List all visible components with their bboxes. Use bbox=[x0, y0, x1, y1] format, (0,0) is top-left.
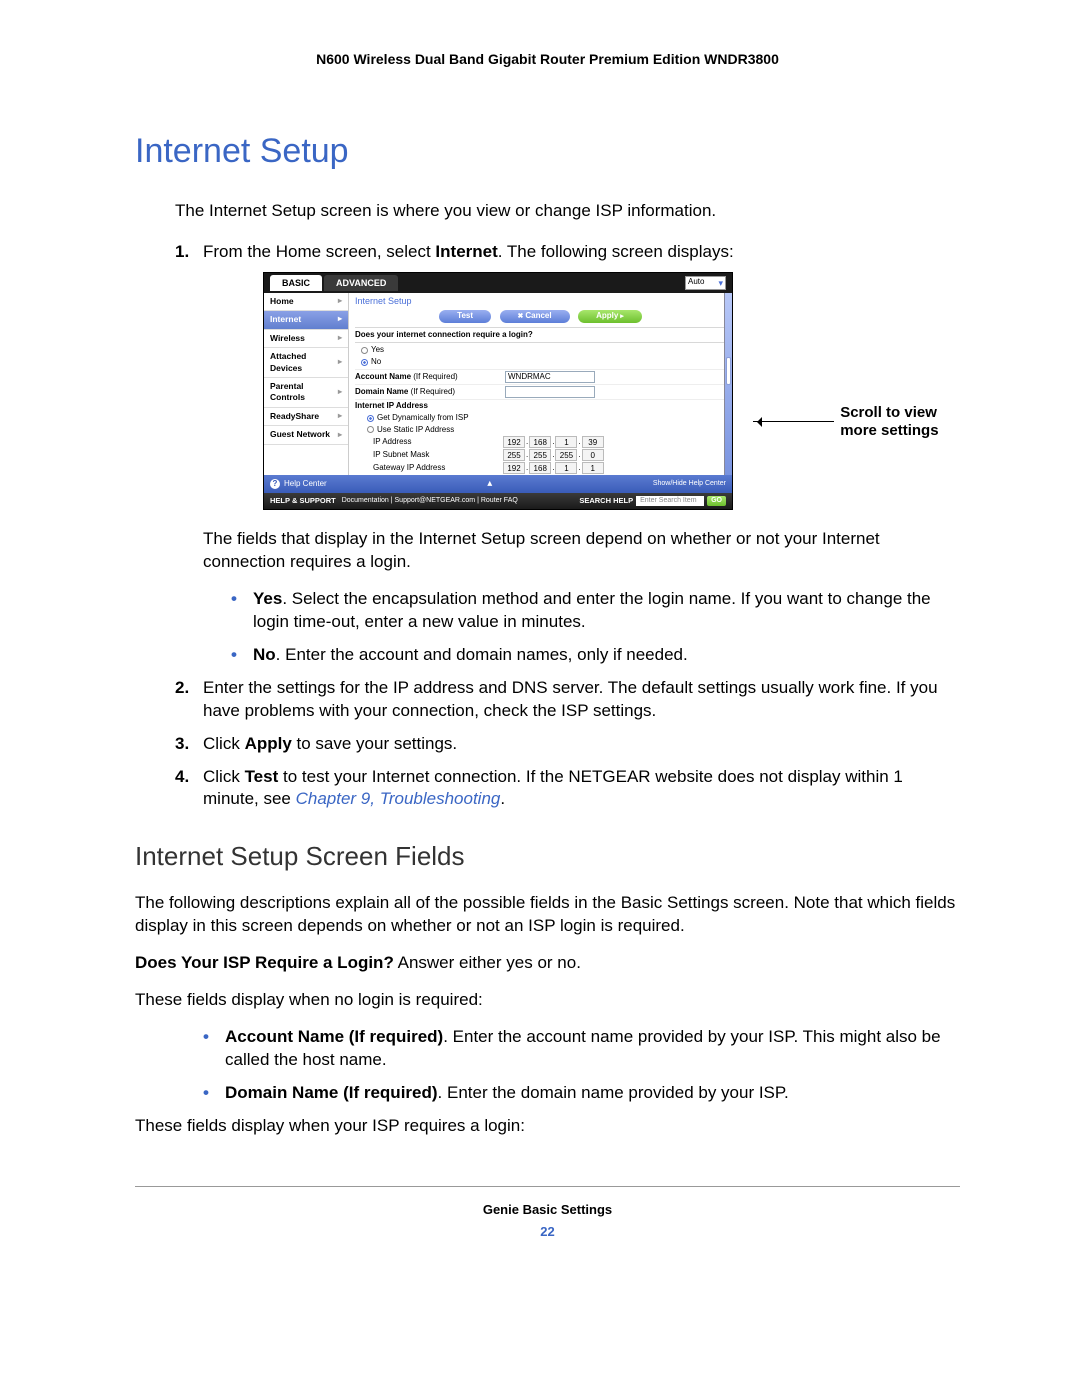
bullet-yes: Yes. Select the encapsulation method and… bbox=[231, 588, 960, 634]
account-name-row: Account Name (If Required) WNDRMAC bbox=[355, 369, 726, 384]
mask-octet[interactable]: 255 bbox=[529, 449, 551, 461]
chevron-right-icon: ▸ bbox=[338, 357, 342, 368]
panel-title: Internet Setup bbox=[355, 295, 726, 307]
gateway-row: Gateway IP Address 192.168.1.1 bbox=[355, 462, 726, 475]
auto-dropdown[interactable]: Auto▾ bbox=[685, 276, 726, 290]
isp-question: Does Your ISP Require a Login? Answer ei… bbox=[135, 952, 960, 975]
sidebar-item-parental-controls[interactable]: Parental Controls▸ bbox=[264, 378, 348, 408]
sidebar: Home▸ Internet▸ Wireless▸ Attached Devic… bbox=[264, 293, 349, 476]
after-screenshot-text: The fields that display in the Internet … bbox=[203, 528, 960, 574]
domain-name-input[interactable] bbox=[505, 386, 595, 398]
page-footer: Genie Basic Settings 22 bbox=[135, 1186, 960, 1240]
step1-post: . The following screen displays: bbox=[498, 242, 734, 261]
help-center-bar[interactable]: ?Help Center ▴ Show/Hide Help Center bbox=[264, 475, 732, 493]
scrollbar-thumb[interactable] bbox=[726, 357, 731, 385]
section-desc: The following descriptions explain all o… bbox=[135, 892, 960, 938]
help-support-bar: HELP & SUPPORT Documentation | Support@N… bbox=[264, 493, 732, 509]
tab-advanced[interactable]: ADVANCED bbox=[324, 275, 398, 291]
step-2: 2.Enter the settings for the IP address … bbox=[175, 677, 960, 723]
radio-dynamic-ip[interactable]: Get Dynamically from ISP bbox=[367, 413, 726, 424]
tab-basic[interactable]: BASIC bbox=[270, 275, 322, 291]
ip-address-row: IP Address 192.168.1.39 bbox=[355, 436, 726, 449]
collapse-icon[interactable]: ▴ bbox=[487, 477, 492, 491]
step1-pre: From the Home screen, select bbox=[203, 242, 435, 261]
support-links[interactable]: Documentation | Support@NETGEAR.com | Ro… bbox=[342, 496, 518, 505]
help-support-label: HELP & SUPPORT bbox=[270, 496, 336, 506]
sidebar-item-home[interactable]: Home▸ bbox=[264, 293, 348, 311]
gw-octet[interactable]: 1 bbox=[555, 462, 577, 474]
apply-button[interactable]: Apply bbox=[578, 310, 642, 323]
mask-octet[interactable]: 255 bbox=[503, 449, 525, 461]
chevron-down-icon: ▾ bbox=[718, 277, 723, 289]
chevron-right-icon: ▸ bbox=[338, 430, 342, 441]
login-intro: These fields display when your ISP requi… bbox=[135, 1115, 960, 1138]
radio-yes[interactable]: Yes bbox=[361, 345, 726, 356]
page-title: Internet Setup bbox=[135, 129, 960, 175]
troubleshooting-link[interactable]: Chapter 9, Troubleshooting bbox=[296, 789, 501, 808]
sidebar-item-guest-network[interactable]: Guest Network▸ bbox=[264, 426, 348, 444]
sidebar-item-readyshare[interactable]: ReadyShare▸ bbox=[264, 408, 348, 426]
mask-octet[interactable]: 0 bbox=[582, 449, 604, 461]
search-input[interactable]: Enter Search Item bbox=[636, 496, 704, 506]
account-name-input[interactable]: WNDRMAC bbox=[505, 371, 595, 383]
step1-bold: Internet bbox=[435, 242, 497, 261]
intro-text: The Internet Setup screen is where you v… bbox=[175, 200, 960, 223]
chevron-right-icon: ▸ bbox=[338, 333, 342, 344]
gw-octet[interactable]: 1 bbox=[582, 462, 604, 474]
section-heading: Internet Setup Screen Fields bbox=[135, 839, 960, 874]
mask-octet[interactable]: 255 bbox=[555, 449, 577, 461]
nologin-intro: These fields display when no login is re… bbox=[135, 989, 960, 1012]
radio-no[interactable]: No bbox=[361, 357, 726, 368]
step-3: 3.Click Apply to save your settings. bbox=[175, 733, 960, 756]
domain-name-row: Domain Name (If Required) bbox=[355, 384, 726, 399]
page-number: 22 bbox=[135, 1223, 960, 1241]
document-header: N600 Wireless Dual Band Gigabit Router P… bbox=[135, 50, 960, 69]
help-icon: ? bbox=[270, 479, 280, 489]
sidebar-item-internet[interactable]: Internet▸ bbox=[264, 311, 348, 329]
ip-octet[interactable]: 192 bbox=[503, 436, 525, 448]
bullet-domain-name: Domain Name (If required). Enter the dom… bbox=[203, 1082, 960, 1105]
show-hide-help[interactable]: Show/Hide Help Center bbox=[653, 479, 726, 488]
login-question: Does your internet connection require a … bbox=[355, 327, 726, 344]
gw-octet[interactable]: 192 bbox=[503, 462, 525, 474]
bullet-account-name: Account Name (If required). Enter the ac… bbox=[203, 1026, 960, 1072]
chevron-right-icon: ▸ bbox=[338, 411, 342, 422]
scrollbar[interactable] bbox=[724, 293, 732, 476]
subnet-mask-row: IP Subnet Mask 255.255.255.0 bbox=[355, 449, 726, 462]
ip-octet[interactable]: 168 bbox=[529, 436, 551, 448]
radio-static-ip[interactable]: Use Static IP Address bbox=[367, 425, 726, 436]
go-button[interactable]: GO bbox=[707, 496, 726, 506]
scroll-callout: Scroll to view more settings bbox=[753, 404, 960, 440]
tab-bar: BASIC ADVANCED Auto▾ bbox=[264, 273, 732, 293]
callout-text: Scroll to view more settings bbox=[840, 404, 960, 440]
cancel-button[interactable]: Cancel bbox=[500, 310, 570, 323]
chevron-right-icon: ▸ bbox=[338, 314, 342, 325]
screenshot-figure: BASIC ADVANCED Auto▾ Home▸ Internet▸ Wir… bbox=[263, 272, 960, 510]
ip-octet[interactable]: 1 bbox=[555, 436, 577, 448]
step-4: 4.Click Test to test your Internet conne… bbox=[175, 766, 960, 812]
sidebar-item-wireless[interactable]: Wireless▸ bbox=[264, 330, 348, 348]
bullet-no: No. Enter the account and domain names, … bbox=[231, 644, 960, 667]
step-1: 1. From the Home screen, select Internet… bbox=[175, 241, 960, 667]
chevron-right-icon: ▸ bbox=[338, 387, 342, 398]
ip-address-heading: Internet IP Address bbox=[355, 399, 726, 413]
chevron-right-icon: ▸ bbox=[338, 296, 342, 307]
test-button[interactable]: Test bbox=[439, 310, 491, 323]
sidebar-item-attached-devices[interactable]: Attached Devices▸ bbox=[264, 348, 348, 378]
search-help-label: SEARCH HELP bbox=[579, 496, 633, 506]
settings-panel: Internet Setup Test Cancel Apply Does yo… bbox=[349, 293, 732, 476]
footer-title: Genie Basic Settings bbox=[135, 1201, 960, 1219]
ip-octet[interactable]: 39 bbox=[582, 436, 604, 448]
arrow-left-icon bbox=[753, 421, 834, 422]
gw-octet[interactable]: 168 bbox=[529, 462, 551, 474]
